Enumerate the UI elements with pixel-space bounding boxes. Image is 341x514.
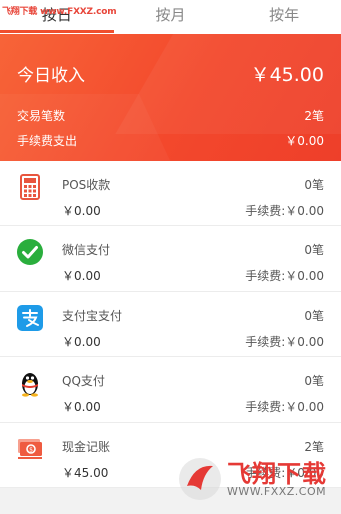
site-logo: 飞翔下载 WWW.FXXZ.COM [175, 452, 335, 508]
method-fee: 手续费:￥0.00 [245, 400, 324, 415]
pos-terminal-icon [20, 174, 40, 200]
alipay-icon [17, 304, 43, 331]
method-name: POS收款 [62, 178, 111, 192]
method-amount: ￥45.00 [62, 465, 109, 480]
method-fee: 手续费:￥0.00 [245, 204, 324, 218]
method-name: 支付宝支付 [62, 308, 123, 323]
list-item-alipay[interactable]: 支付宝支付 0笔 ￥0.00 手续费:￥0.00 [0, 292, 341, 358]
method-count: 0笔 [304, 374, 324, 389]
tx-count-label: 交易笔数 [17, 109, 66, 123]
method-count: 0笔 [304, 308, 324, 323]
list-item-qq[interactable]: QQ支付 0笔 ￥0.00 手续费:￥0.00 [0, 357, 341, 423]
method-count: 0笔 [304, 178, 324, 192]
svg-text:$: $ [29, 446, 33, 453]
tab-month[interactable]: 按月 [114, 0, 228, 34]
cash-icon: $ [18, 438, 42, 459]
list-item-wechat[interactable]: 微信支付 0笔 ￥0.00 手续费:￥0.00 [0, 226, 341, 292]
qq-penguin-icon [22, 373, 38, 397]
method-amount: ￥0.00 [62, 400, 101, 415]
method-count: 0笔 [304, 243, 324, 258]
method-amount: ￥0.00 [62, 269, 101, 284]
today-income-label: 今日收入 [17, 66, 85, 86]
period-tabs: 按日 按月 按年 飞翔下载 www.FXXZ.com [0, 0, 341, 34]
fee-expense-label: 手续费支出 [17, 134, 78, 148]
method-amount: ￥0.00 [62, 334, 101, 349]
wechat-icon [17, 239, 43, 266]
payment-method-list: POS收款 0笔 ￥0.00 手续费:￥0.00 微信支付 0笔 ￥0.00 手… [0, 161, 341, 488]
income-summary-banner: 今日收入 ￥45.00 交易笔数 2笔 手续费支出 ￥0.00 [0, 34, 341, 161]
method-name: 微信支付 [62, 243, 111, 258]
method-name: 现金记账 [62, 439, 111, 454]
logo-wordmark: 飞翔下载 [227, 460, 327, 488]
method-amount: ￥0.00 [62, 204, 101, 218]
list-item-pos[interactable]: POS收款 0笔 ￥0.00 手续费:￥0.00 [0, 161, 341, 227]
tx-count-value: 2笔 [304, 109, 324, 123]
method-fee: 手续费:￥0.00 [245, 269, 324, 284]
logo-url: WWW.FXXZ.COM [227, 485, 327, 498]
logo-bird-icon [179, 458, 221, 500]
site-watermark: 飞翔下载 www.FXXZ.com [2, 7, 117, 17]
today-income-value: ￥45.00 [250, 64, 324, 86]
fee-expense-value: ￥0.00 [285, 134, 324, 148]
method-name: QQ支付 [62, 374, 105, 389]
method-fee: 手续费:￥0.00 [245, 334, 324, 349]
tab-year[interactable]: 按年 [227, 0, 341, 34]
